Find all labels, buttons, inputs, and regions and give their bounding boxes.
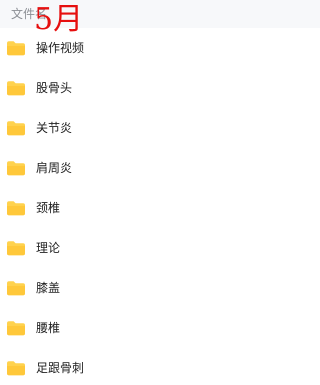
list-item[interactable]: 理论 <box>0 228 320 268</box>
list-item[interactable]: 关节炎 <box>0 108 320 148</box>
folder-icon <box>7 281 25 296</box>
folder-name: 关节炎 <box>36 121 73 135</box>
list-item[interactable]: 肩周炎 <box>0 148 320 188</box>
folder-icon <box>7 121 25 136</box>
folder-icon <box>7 41 25 56</box>
folder-name: 膝盖 <box>36 281 61 295</box>
list-item[interactable]: 腰椎 <box>0 308 320 348</box>
folder-list: 操作视频 股骨头 关节炎 肩周炎 颈椎 理论 膝盖 腰椎 足跟骨刺 <box>0 28 320 385</box>
folder-icon <box>7 161 25 176</box>
folder-name: 肩周炎 <box>36 161 73 175</box>
list-item[interactable]: 颈椎 <box>0 188 320 228</box>
folder-name: 颈椎 <box>36 201 61 215</box>
folder-name: 股骨头 <box>36 81 73 95</box>
list-item[interactable]: 股骨头 <box>0 68 320 108</box>
folder-icon <box>7 201 25 216</box>
folder-icon <box>7 81 25 96</box>
folder-name: 操作视频 <box>36 41 85 55</box>
folder-name: 腰椎 <box>36 321 61 335</box>
folder-icon <box>7 321 25 336</box>
folder-icon <box>7 241 25 256</box>
list-item[interactable]: 膝盖 <box>0 268 320 308</box>
list-item[interactable]: 足跟骨刺 <box>0 348 320 385</box>
folder-icon <box>7 361 25 376</box>
folder-name: 理论 <box>36 241 61 255</box>
file-browser: 文件名 5月 操作视频 股骨头 关节炎 肩周炎 颈椎 理论 膝盖 腰椎 足跟骨刺 <box>0 0 320 385</box>
folder-name: 足跟骨刺 <box>36 361 85 375</box>
list-item[interactable]: 操作视频 <box>0 28 320 68</box>
